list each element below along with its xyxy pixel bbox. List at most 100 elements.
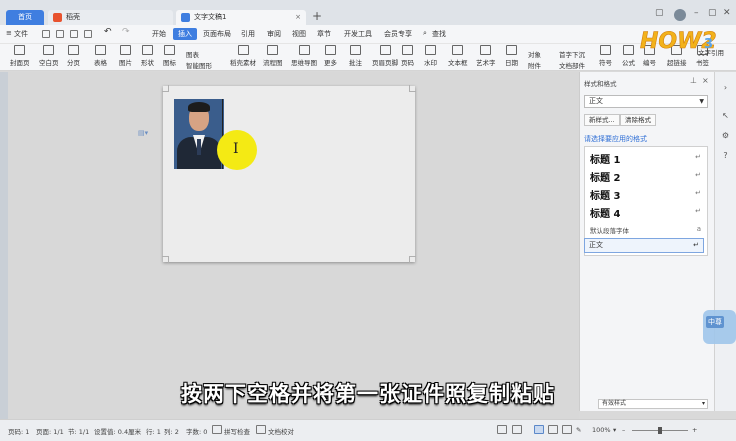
textbox-icon	[452, 45, 464, 55]
spell-check-toggle[interactable]: 拼写检查	[224, 426, 250, 436]
menu-file-icon[interactable]: ≡	[6, 29, 12, 37]
picture-button[interactable]: 图片	[119, 45, 132, 70]
search-icon[interactable]: ⌕	[423, 29, 427, 38]
page-number-button[interactable]: 页码	[401, 45, 414, 70]
symbol-button[interactable]: 符号	[599, 45, 612, 70]
menu-insert[interactable]: 插入	[173, 28, 197, 40]
settings-icon[interactable]: ⚙	[720, 130, 731, 141]
date-icon	[506, 45, 517, 55]
undo-icon[interactable]: ↶	[104, 27, 112, 37]
cursor-icon[interactable]: ↖	[720, 110, 731, 121]
page-corner-mark	[409, 85, 416, 92]
menu-layout[interactable]: 页面布局	[203, 29, 231, 39]
menu-member[interactable]: 会员专享	[384, 29, 412, 39]
page-corner-mark	[162, 85, 169, 92]
print-icon[interactable]	[70, 30, 78, 38]
zoom-in-button[interactable]: +	[692, 426, 697, 434]
web-view-icon[interactable]	[562, 425, 572, 434]
proofread-toggle[interactable]: 文档校对	[268, 426, 294, 436]
menu-file[interactable]: 文件	[14, 29, 28, 39]
flowchart-button[interactable]: 流程图	[263, 45, 283, 70]
watermark-button[interactable]: 水印	[424, 45, 437, 70]
new-style-button[interactable]: 新样式...	[584, 114, 620, 126]
blank-page-button[interactable]: 空白页	[39, 45, 59, 70]
close-icon[interactable]: ×	[295, 10, 301, 25]
header-footer-button[interactable]: 页眉页脚	[372, 45, 398, 70]
shape-button[interactable]: 形状	[141, 45, 154, 70]
pin-icon[interactable]: ⊥	[690, 76, 697, 85]
close-icon[interactable]: ×	[702, 76, 709, 85]
menu-view[interactable]: 视图	[292, 29, 306, 39]
zoom-dropdown-icon[interactable]: ▾	[613, 426, 616, 434]
wordart-button[interactable]: 艺术字	[476, 45, 496, 70]
status-words: 字数: 0	[186, 428, 208, 436]
tab-document-label: 文字文稿1	[194, 13, 227, 21]
table-button[interactable]: 表格	[94, 45, 107, 70]
page-break-icon	[68, 45, 79, 55]
mindmap-button[interactable]: 思维导图	[291, 45, 317, 70]
menu-developer[interactable]: 开发工具	[344, 29, 372, 39]
title-bar: 首页 稻壳 文字文稿1 × + ▢ – ▢ ✕	[0, 0, 736, 25]
zoom-level[interactable]: 100%	[592, 426, 611, 434]
dual-page-icon[interactable]	[512, 425, 522, 434]
page-break-button[interactable]: 分页	[67, 45, 80, 70]
menu-section[interactable]: 章节	[317, 29, 331, 39]
style-heading-4[interactable]: 标题 4	[590, 205, 620, 220]
return-icon: ↵	[693, 241, 699, 249]
tab-home[interactable]: 首页	[6, 10, 44, 25]
id-photo[interactable]	[174, 99, 224, 169]
paragraph-icon[interactable]: ▤▾	[138, 129, 148, 137]
current-style-select[interactable]: 正文 ▼	[584, 95, 708, 108]
tab-document[interactable]: 文字文稿1 ×	[176, 10, 306, 25]
menu-reference[interactable]: 引用	[241, 29, 255, 39]
spell-check-icon	[212, 425, 222, 434]
pen-icon[interactable]: ✎	[576, 426, 581, 434]
textbox-button[interactable]: 文本框	[448, 45, 468, 70]
docer-material-button[interactable]: 稻壳素材	[230, 45, 256, 70]
page-view-icon[interactable]	[534, 425, 544, 434]
outline-view-icon[interactable]	[548, 425, 558, 434]
more-button[interactable]: 更多	[324, 45, 337, 70]
cover-page-button[interactable]: 封面页	[10, 45, 30, 70]
docer-icon	[53, 13, 62, 22]
style-heading-3[interactable]: 标题 3	[590, 187, 620, 202]
tab-docer[interactable]: 稻壳	[48, 10, 173, 25]
eye-icon[interactable]	[497, 425, 507, 434]
return-icon: ↵	[695, 153, 701, 161]
new-tab-button[interactable]: +	[312, 9, 322, 23]
redo-icon[interactable]: ↷	[122, 27, 130, 37]
logo-caption: 文字引用	[698, 49, 724, 57]
preview-icon[interactable]	[84, 30, 92, 38]
style-default-font[interactable]: 默认段落字体	[590, 225, 629, 235]
help-icon[interactable]: ?	[720, 150, 731, 161]
style-normal-selected[interactable]: 正文 ↵	[584, 238, 704, 253]
clear-format-button[interactable]: 清除格式	[620, 114, 656, 126]
document-page[interactable]	[162, 85, 416, 263]
collapse-icon[interactable]: ›	[720, 82, 731, 93]
zoom-out-button[interactable]: –	[622, 426, 625, 434]
return-icon: ↵	[695, 171, 701, 179]
menu-review[interactable]: 审阅	[267, 29, 281, 39]
comment-button[interactable]: 批注	[349, 45, 362, 70]
photo-tie	[197, 139, 201, 155]
status-bar: 页码: 1 页面: 1/1 节: 1/1 设置值: 0.4厘米 行: 1 列: …	[0, 419, 736, 441]
save-icon[interactable]	[56, 30, 64, 38]
wordart-icon	[480, 45, 492, 55]
watermark-logo-icon: HOW2 3	[640, 29, 717, 55]
menu-home[interactable]: 开始	[152, 29, 166, 39]
close-window-button[interactable]: ✕	[723, 8, 731, 18]
page-number-icon	[402, 45, 413, 55]
formula-button[interactable]: 公式	[622, 45, 635, 70]
window-count-icon[interactable]: ▢	[655, 8, 664, 18]
date-button[interactable]: 日期	[505, 45, 518, 70]
icon-button[interactable]: 图标	[163, 45, 176, 70]
style-heading-2[interactable]: 标题 2	[590, 169, 620, 184]
menu-bar: ≡ 文件 ↶ ↷ 开始 插入 页面布局 引用 审阅 视图 章节 开发工具 会员专…	[0, 25, 736, 44]
style-heading-1[interactable]: 标题 1	[590, 151, 620, 166]
maximize-button[interactable]: ▢	[708, 8, 717, 18]
folder-icon[interactable]	[42, 30, 50, 38]
ribbon-insert: 封面页 空白页 分页 表格 图片 形状 图标 图表 智能图形 稻壳素材 流程图 …	[0, 44, 736, 71]
zoom-slider-handle[interactable]	[658, 427, 662, 434]
minimize-button[interactable]: –	[694, 8, 699, 18]
search-box[interactable]: 查找	[432, 29, 446, 39]
